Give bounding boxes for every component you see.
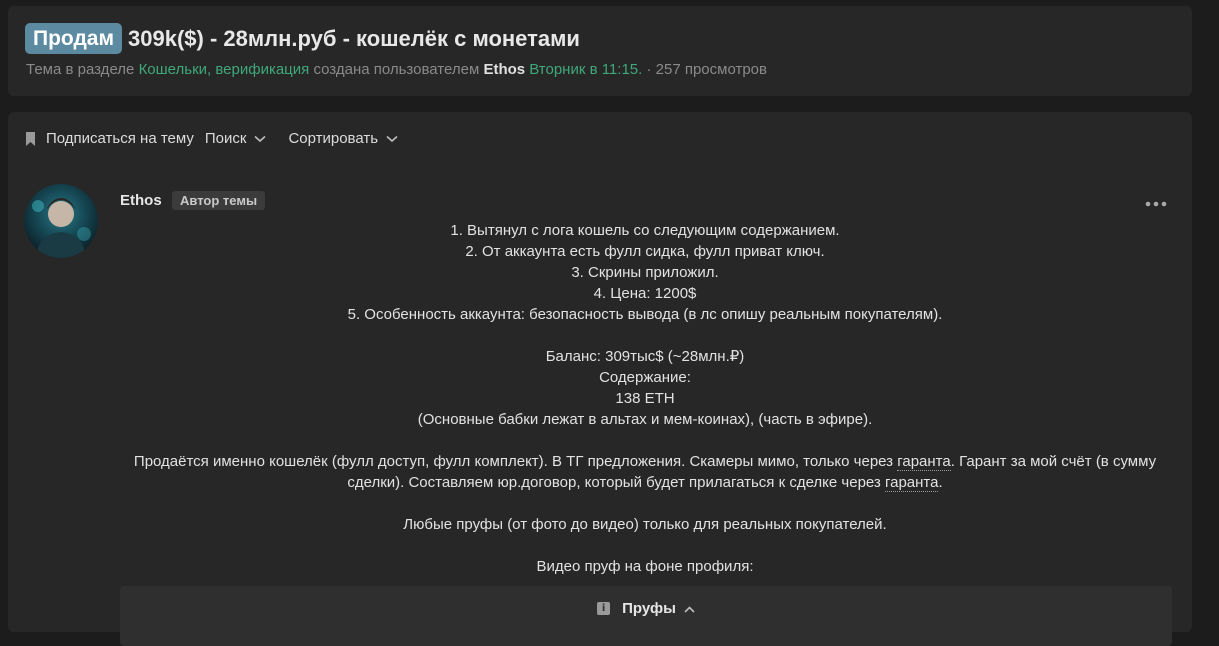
thread-header: Продам 309k($) - 28млн.руб - кошелёк с м… [8,6,1192,96]
spoiler-title: Пруфы [622,600,676,617]
sort-dropdown[interactable]: Сортировать [288,130,398,147]
guarantor-link[interactable]: гаранта [884,474,939,492]
subscribe-label: Подписаться на тему [46,130,194,147]
post-text: сделки). Составляем юр.договор, который … [347,474,881,491]
post-line: Любые пруфы (от фото до видео) только дл… [403,516,887,533]
search-label: Поиск [204,130,247,147]
meta-author-link[interactable]: Ethos [483,61,525,78]
spoiler-block: i Пруфы [120,586,1172,646]
post-container: Подписаться на тему Поиск Сортировать Et… [8,112,1192,646]
post-author-name[interactable]: Ethos [120,192,162,209]
thread-toolbar: Подписаться на тему Поиск Сортировать [25,130,420,147]
bookmark-icon [25,131,36,146]
thread-prefix-badge[interactable]: Продам [25,23,123,54]
post-line: 3. Скрины приложил. [571,264,719,281]
author-badge: Автор темы [172,191,266,210]
chevron-up-icon [684,600,695,617]
meta-views: · 257 просмотров [646,61,767,78]
post-line: Видео пруф на фоне профиля: [536,558,754,575]
post-line: 2. От аккаунта есть фулл сидка, фулл при… [465,243,825,260]
meta-section-label: Тема в разделе [26,61,135,78]
post-line: 4. Цена: 1200$ [593,285,697,302]
search-dropdown[interactable]: Поиск [205,130,267,147]
post-line: 5. Особенность аккаунта: безопасность вы… [347,306,943,323]
info-icon: i [597,602,611,615]
post-line: Содержание: [599,369,691,386]
guarantor-link[interactable]: гаранта [897,453,951,471]
post-line: Баланс: 309тыс$ (~28млн.₽) [545,348,745,365]
post-line: (Основные бабки лежат в альтах и мем-кои… [417,411,873,428]
post-text: . Гарант за мой счёт (в сумму [950,453,1157,470]
post-line: 1. Вытянул с лога кошель со следующим со… [450,222,840,239]
thread-title: 309k($) - 28млн.руб - кошелёк с монетами [128,25,580,51]
chevron-down-icon [254,135,266,143]
post-paragraph: Продаётся именно кошелёк (фулл доступ, ф… [120,451,1170,493]
more-horizontal-icon[interactable] [1145,194,1167,212]
meta-date-link[interactable]: Вторник в 11:15. [529,61,642,78]
spoiler-toggle[interactable]: i Пруфы [120,600,1172,617]
post-text: . [938,474,943,491]
meta-created-by: создана пользователем [313,61,480,78]
chevron-down-icon [386,135,398,143]
meta-section-link[interactable]: Кошельки, верификация [139,61,310,78]
post-line: 138 ETH [615,390,675,407]
post-body: 1. Вытянул с лога кошель со следующим со… [120,220,1170,577]
thread-title-row: Продам 309k($) - 28млн.руб - кошелёк с м… [25,23,580,54]
thread-meta: Тема в разделе Кошельки, верификация соз… [26,61,767,78]
post-text: Продаётся именно кошелёк (фулл доступ, ф… [133,453,894,470]
avatar[interactable] [24,184,98,258]
subscribe-button[interactable]: Подписаться на тему [25,130,194,147]
sort-label: Сортировать [288,130,379,147]
